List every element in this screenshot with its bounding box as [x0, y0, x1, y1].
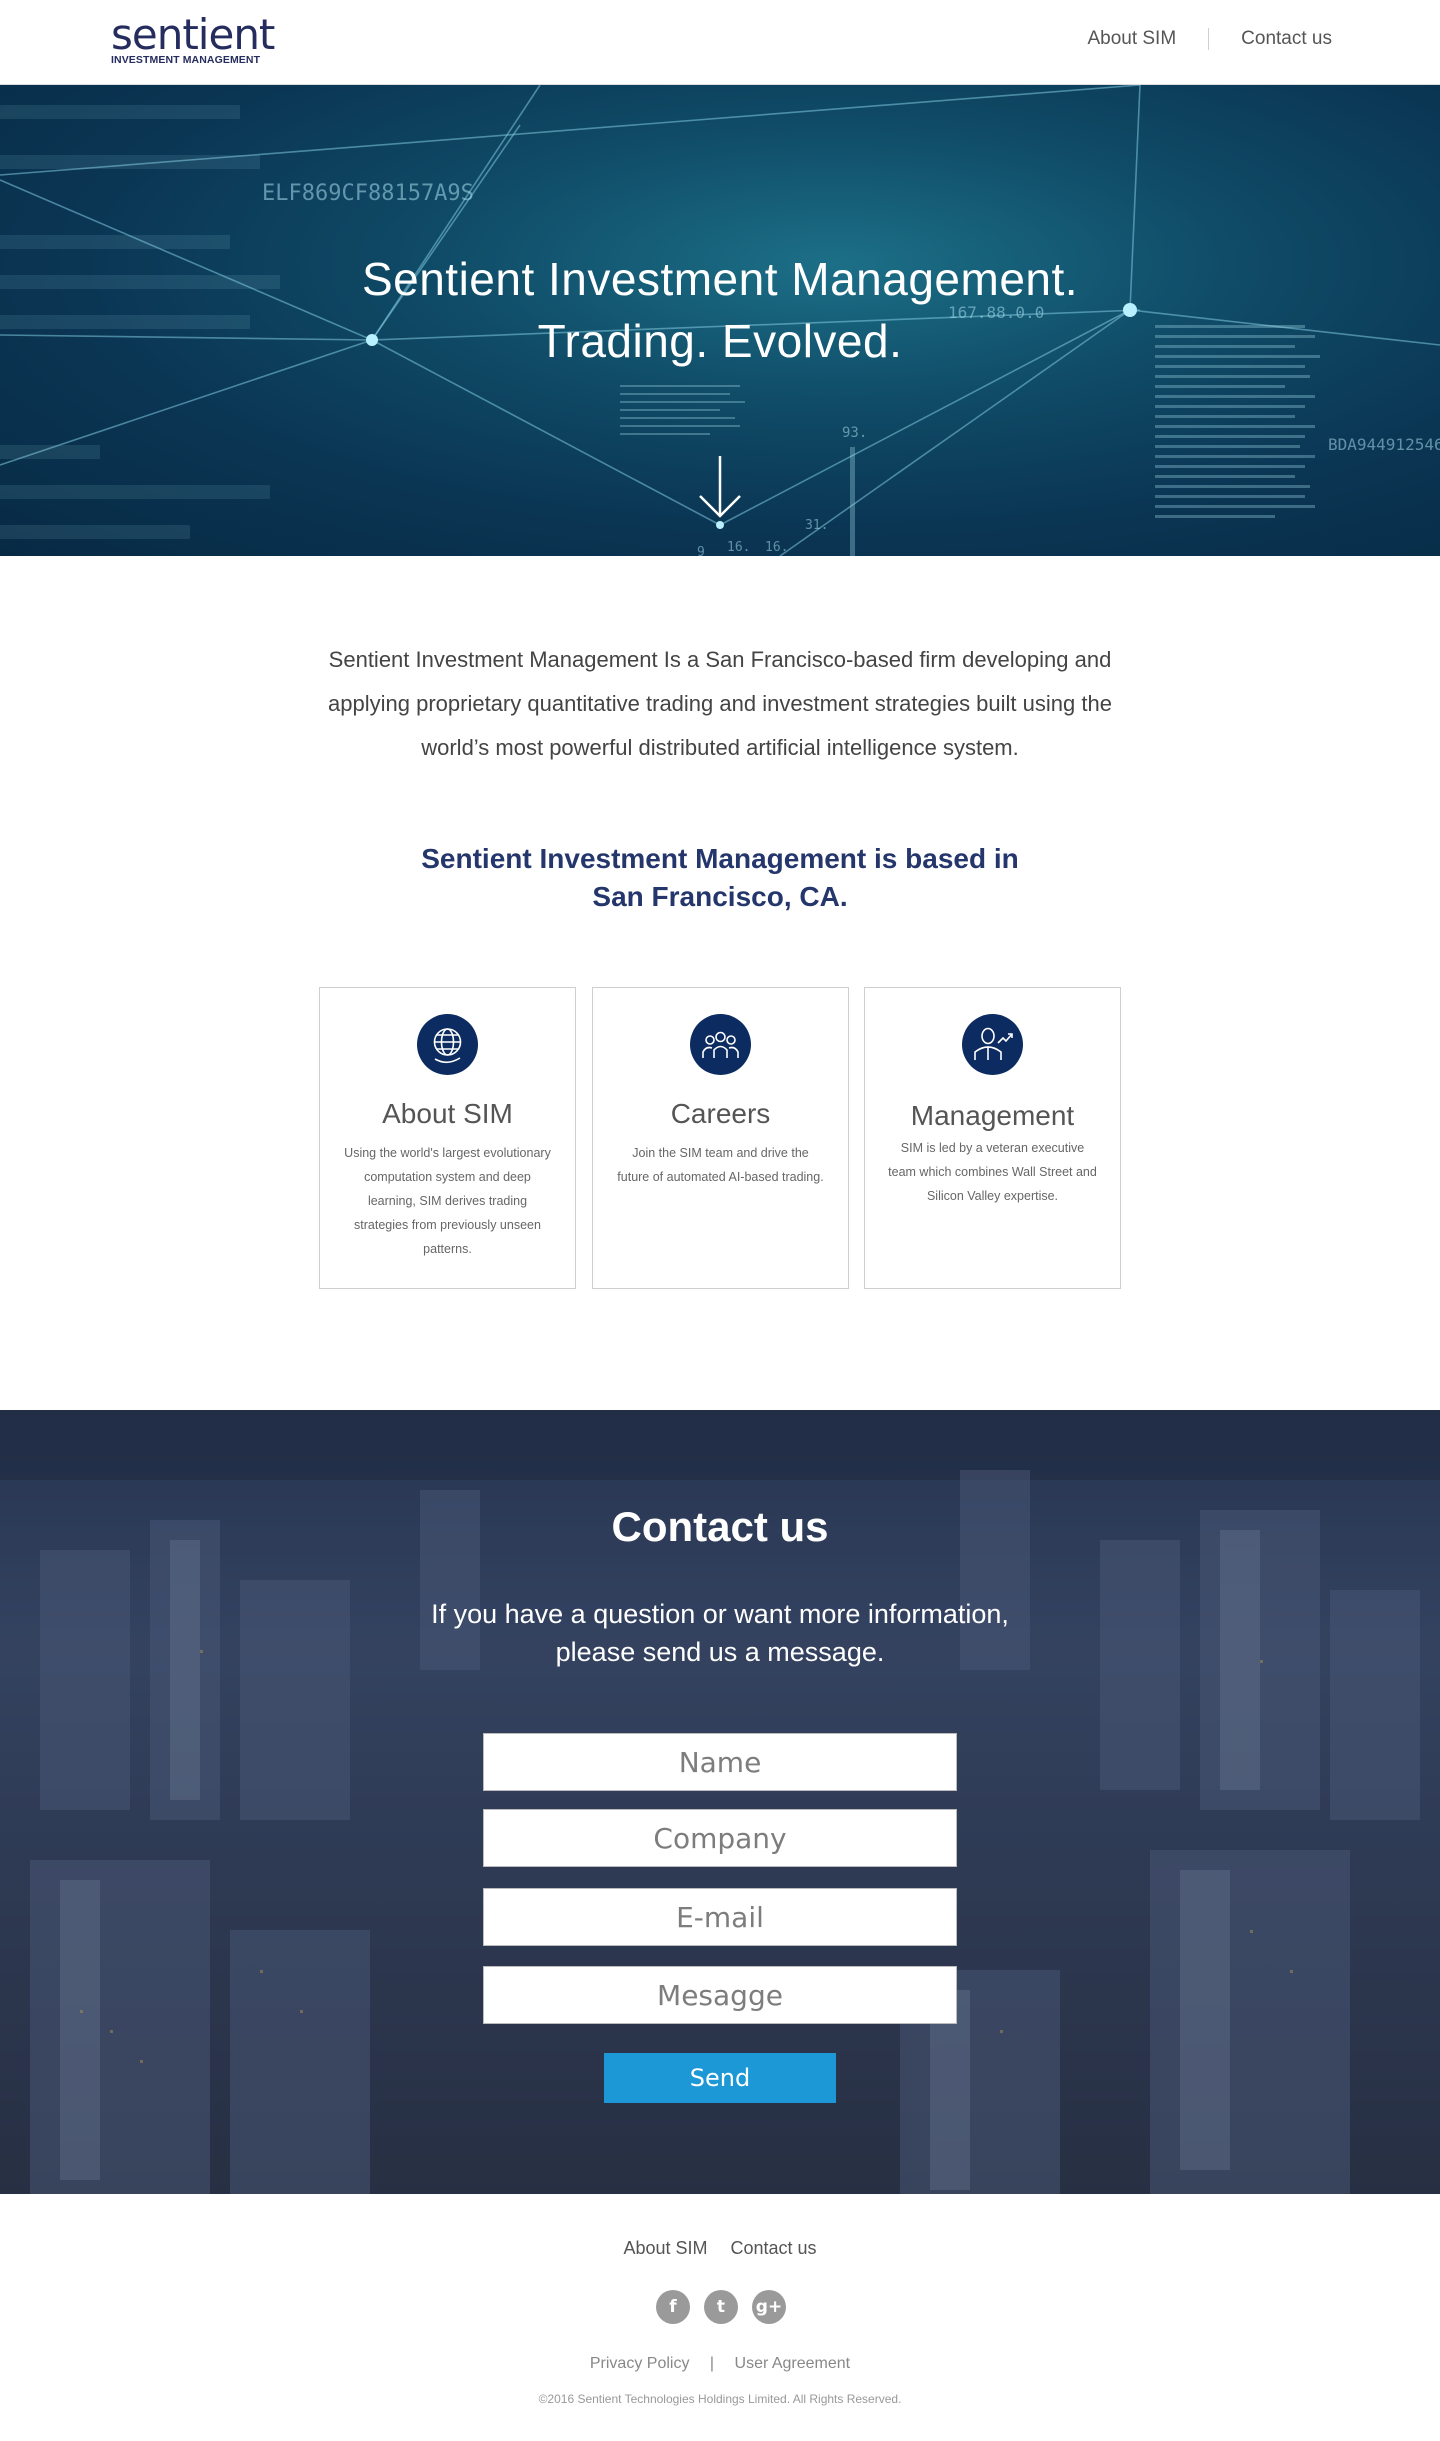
hero-decor-text: BDA944912546: [1328, 435, 1440, 454]
card-text: SIM is led by a veteran executive team w…: [888, 1141, 1097, 1203]
location-heading: Sentient Investment Management is based …: [380, 840, 1060, 916]
hero-decor-text: 9: [697, 545, 705, 556]
message-input[interactable]: [483, 1966, 957, 2024]
card-text: Using the world's largest evolutionary c…: [344, 1146, 551, 1256]
footer-nav: About SIM Contact us: [0, 2238, 1440, 2259]
hero-title-line2: Trading. Evolved.: [537, 315, 903, 367]
card-text: Join the SIM team and drive the future o…: [617, 1146, 824, 1184]
name-input[interactable]: [483, 1733, 957, 1791]
contact-section: Contact us If you have a question or wan…: [0, 1410, 1440, 2194]
executive-icon: [962, 1014, 1023, 1075]
location-line2: San Francisco, CA.: [592, 881, 848, 912]
hero-title-line1: Sentient Investment Management.: [361, 253, 1079, 305]
card-management[interactable]: Management SIM is led by a veteran execu…: [864, 987, 1121, 1289]
twitter-icon[interactable]: t: [704, 2290, 738, 2324]
footer-link-contact-us[interactable]: Contact us: [731, 2238, 817, 2258]
send-button[interactable]: Send: [604, 2053, 836, 2103]
user-agreement-link[interactable]: User Agreement: [735, 2355, 851, 2372]
globe-icon: [417, 1014, 478, 1075]
hero-decor-text: 93.: [842, 425, 867, 441]
legal-divider: |: [709, 2355, 715, 2372]
facebook-icon[interactable]: f: [656, 2290, 690, 2324]
hero-decor-text: 16.: [727, 540, 750, 555]
nav-contact-us[interactable]: Contact us: [1241, 28, 1332, 50]
hero-title: Sentient Investment Management. Trading.…: [0, 248, 1440, 372]
site-header: sentient INVESTMENT MANAGEMENT About SIM…: [0, 0, 1440, 85]
logo[interactable]: sentient INVESTMENT MANAGEMENT: [111, 10, 275, 67]
location-line1: Sentient Investment Management is based …: [421, 843, 1019, 874]
arrow-down-icon[interactable]: [692, 454, 748, 520]
copyright: ©2016 Sentient Technologies Holdings Lim…: [538, 2392, 902, 2406]
intro-text: Sentient Investment Management Is a San …: [328, 647, 1112, 760]
contact-subtitle: If you have a question or want more info…: [431, 1599, 1009, 1667]
hero-banner: ELF869CF88157A9S 167.88.0.0 BDA944912546…: [0, 85, 1440, 556]
hero-decor-text: 31.: [805, 518, 828, 533]
nav-about-sim[interactable]: About SIM: [1087, 28, 1176, 50]
hero-decor-text: ELF869CF88157A9S: [262, 181, 474, 206]
company-input[interactable]: [483, 1809, 957, 1867]
contact-title: Contact us: [611, 1503, 829, 1550]
logo-subtitle: INVESTMENT MANAGEMENT: [111, 54, 261, 66]
privacy-policy-link[interactable]: Privacy Policy: [590, 2355, 690, 2372]
nav-divider: [1208, 28, 1210, 50]
main-nav: About SIM Contact us: [1087, 28, 1332, 50]
card-title: About SIM: [382, 1098, 513, 1129]
legal-links: Privacy Policy | User Agreement: [0, 2355, 1440, 2373]
google-plus-icon[interactable]: g+: [752, 2290, 786, 2324]
team-icon: [690, 1014, 751, 1075]
card-title: Careers: [670, 1098, 771, 1129]
card-title: Management: [910, 1100, 1075, 1131]
card-careers[interactable]: Careers Join the SIM team and drive the …: [592, 987, 849, 1289]
hero-decor-text: 16.: [765, 540, 788, 555]
card-about-sim[interactable]: About SIM Using the world's largest evol…: [319, 987, 576, 1289]
logo-word: sentient: [111, 10, 275, 59]
footer-link-about-sim[interactable]: About SIM: [623, 2238, 707, 2258]
email-input[interactable]: [483, 1888, 957, 1946]
social-links: f t g+: [656, 2290, 786, 2324]
